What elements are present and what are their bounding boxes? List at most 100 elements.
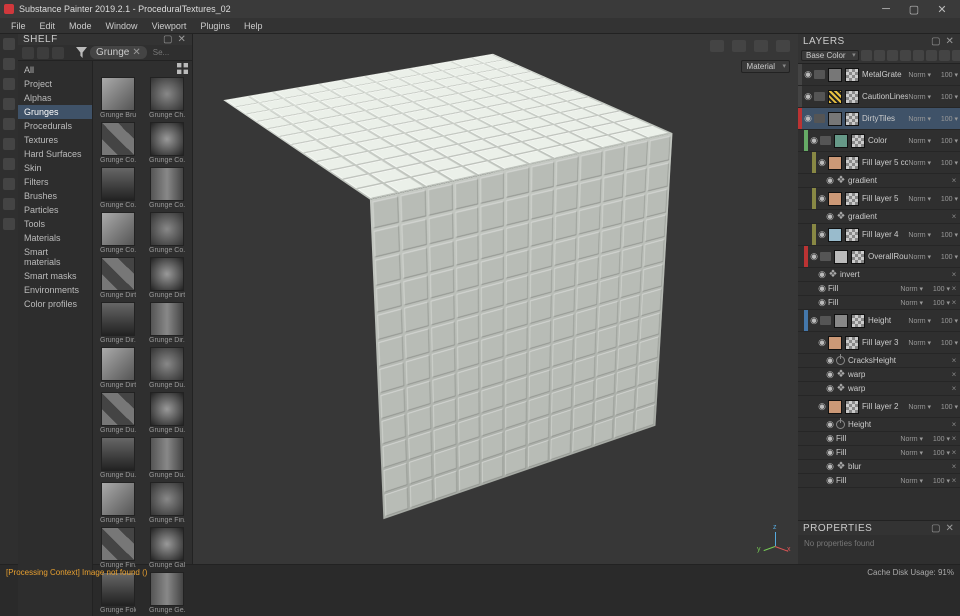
undock-icon[interactable]: ▢ <box>931 523 941 534</box>
visibility-toggle[interactable]: ◉ <box>824 447 836 458</box>
add-folder-icon[interactable] <box>887 50 898 61</box>
layer-row[interactable]: ◉DirtyTilesNorm ▾100 ▾ <box>798 108 960 130</box>
layer-row[interactable]: ◉FillNorm ▾100 ▾× <box>798 432 960 446</box>
layer-row[interactable]: ◉❖blur× <box>798 460 960 474</box>
env-toggle-icon[interactable] <box>710 40 724 52</box>
add-mask-icon[interactable] <box>913 50 924 61</box>
visibility-toggle[interactable]: ◉ <box>824 475 836 486</box>
visibility-toggle[interactable]: ◉ <box>802 69 814 80</box>
layer-row[interactable]: ◉❖gradient× <box>798 174 960 188</box>
add-smart-material-icon[interactable] <box>900 50 911 61</box>
layer-row[interactable]: ◉ColorNorm ▾100 ▾ <box>798 130 960 152</box>
layer-row[interactable]: ◉Height× <box>798 418 960 432</box>
visibility-toggle[interactable]: ◉ <box>824 383 836 394</box>
shelf-cat-tools[interactable]: Tools <box>18 217 92 231</box>
mask-swatch[interactable] <box>845 68 859 82</box>
blend-mode[interactable]: Norm ▾ <box>900 477 923 485</box>
blend-mode[interactable]: Norm ▾ <box>900 435 923 443</box>
perspective-icon[interactable] <box>732 40 746 52</box>
texture-set-select[interactable]: Material <box>741 60 790 73</box>
visibility-toggle[interactable]: ◉ <box>808 315 820 326</box>
remove-effect[interactable]: × <box>950 462 958 471</box>
shelf-thumb[interactable]: Grunge Dirt... <box>95 347 141 389</box>
quick-mask-icon[interactable] <box>3 178 15 190</box>
opacity[interactable]: 100 ▾ <box>934 71 958 79</box>
delete-layer-icon[interactable] <box>952 50 960 61</box>
visibility-toggle[interactable]: ◉ <box>802 91 814 102</box>
shelf-thumb[interactable]: Grunge Co... <box>144 167 190 209</box>
visibility-toggle[interactable]: ◉ <box>808 251 820 262</box>
mask-swatch[interactable] <box>845 112 859 126</box>
layer-row[interactable]: ◉FillNorm ▾100 ▾× <box>798 446 960 460</box>
layer-row[interactable]: ◉FillNorm ▾100 ▾× <box>798 296 960 310</box>
shelf-import-icon[interactable] <box>37 47 49 59</box>
blend-mode[interactable]: Norm ▾ <box>908 115 931 123</box>
blend-mode[interactable]: Norm ▾ <box>908 93 931 101</box>
visibility-toggle[interactable]: ◉ <box>816 193 828 204</box>
shelf-cat-all[interactable]: All <box>18 63 92 77</box>
visibility-toggle[interactable]: ◉ <box>824 433 836 444</box>
shelf-search[interactable]: Se... <box>150 48 188 57</box>
opacity[interactable]: 100 ▾ <box>926 477 950 485</box>
viewport-3d[interactable]: Material z x y <box>193 34 798 564</box>
opacity[interactable]: 100 ▾ <box>934 137 958 145</box>
blend-mode[interactable]: Norm ▾ <box>908 253 931 261</box>
visibility-toggle[interactable]: ◉ <box>816 401 828 412</box>
grid-view-icon[interactable] <box>177 63 188 74</box>
shelf-thumb[interactable]: Grunge Fin... <box>144 482 190 524</box>
layer-list[interactable]: ◉MetalGrateNorm ▾100 ▾◉CautionLinesNorm … <box>798 64 960 520</box>
layer-row[interactable]: ◉MetalGrateNorm ▾100 ▾ <box>798 64 960 86</box>
mask-swatch[interactable] <box>845 400 859 414</box>
mask-swatch[interactable] <box>845 192 859 206</box>
smudge-tool-icon[interactable] <box>3 118 15 130</box>
layer-row[interactable]: ◉CautionLinesNorm ▾100 ▾ <box>798 86 960 108</box>
layer-row[interactable]: ◉❖warp× <box>798 382 960 396</box>
blend-mode[interactable]: Norm ▾ <box>900 449 923 457</box>
visibility-toggle[interactable]: ◉ <box>816 297 828 308</box>
menu-edit[interactable]: Edit <box>33 21 63 31</box>
blend-mode[interactable]: Norm ▾ <box>908 231 931 239</box>
shelf-thumb[interactable]: Grunge Co... <box>144 212 190 254</box>
opacity[interactable]: 100 ▾ <box>934 159 958 167</box>
layer-row[interactable]: ◉Fill layer 4Norm ▾100 ▾ <box>798 224 960 246</box>
mask-swatch[interactable] <box>851 250 865 264</box>
shelf-cat-hard-surfaces[interactable]: Hard Surfaces <box>18 147 92 161</box>
menu-mode[interactable]: Mode <box>62 21 99 31</box>
shelf-mini-icon[interactable] <box>52 47 64 59</box>
shelf-thumb[interactable]: Grunge Bru... <box>95 77 141 119</box>
opacity[interactable]: 100 ▾ <box>934 339 958 347</box>
opacity[interactable]: 100 ▾ <box>934 195 958 203</box>
visibility-toggle[interactable]: ◉ <box>824 419 836 430</box>
visibility-toggle[interactable]: ◉ <box>824 369 836 380</box>
projection-tool-icon[interactable] <box>3 78 15 90</box>
opacity[interactable]: 100 ▾ <box>926 285 950 293</box>
opacity[interactable]: 100 ▾ <box>926 299 950 307</box>
shelf-thumb[interactable]: Grunge Du... <box>95 437 141 479</box>
shelf-cat-project[interactable]: Project <box>18 77 92 91</box>
shelf-cat-brushes[interactable]: Brushes <box>18 189 92 203</box>
visibility-toggle[interactable]: ◉ <box>816 229 828 240</box>
blend-mode[interactable]: Norm ▾ <box>908 403 931 411</box>
close-panel-icon[interactable]: ✕ <box>177 34 187 45</box>
shelf-thumb[interactable]: Grunge Fin... <box>95 527 141 569</box>
undock-icon[interactable]: ▢ <box>163 34 173 45</box>
remove-effect[interactable]: × <box>950 420 958 429</box>
blend-mode[interactable]: Norm ▾ <box>900 299 923 307</box>
shelf-cat-materials[interactable]: Materials <box>18 231 92 245</box>
menu-viewport[interactable]: Viewport <box>145 21 194 31</box>
shelf-thumb[interactable]: Grunge Ch... <box>144 77 190 119</box>
shelf-cat-alphas[interactable]: Alphas <box>18 91 92 105</box>
opacity[interactable]: 100 ▾ <box>934 115 958 123</box>
layer-row[interactable]: ◉Fill layer 2Norm ▾100 ▾ <box>798 396 960 418</box>
remove-effect[interactable]: × <box>950 476 958 485</box>
camera-icon[interactable] <box>776 40 790 52</box>
visibility-toggle[interactable]: ◉ <box>816 337 828 348</box>
shelf-cat-skin[interactable]: Skin <box>18 161 92 175</box>
shelf-thumb[interactable]: Grunge Dir... <box>144 302 190 344</box>
blend-mode[interactable]: Norm ▾ <box>908 339 931 347</box>
close-panel-icon[interactable]: ✕ <box>945 523 955 534</box>
close-button[interactable]: ✕ <box>928 1 956 17</box>
add-effect-icon[interactable] <box>926 50 937 61</box>
shelf-thumb[interactable]: Grunge Co... <box>95 167 141 209</box>
fill-tool-icon[interactable] <box>3 98 15 110</box>
